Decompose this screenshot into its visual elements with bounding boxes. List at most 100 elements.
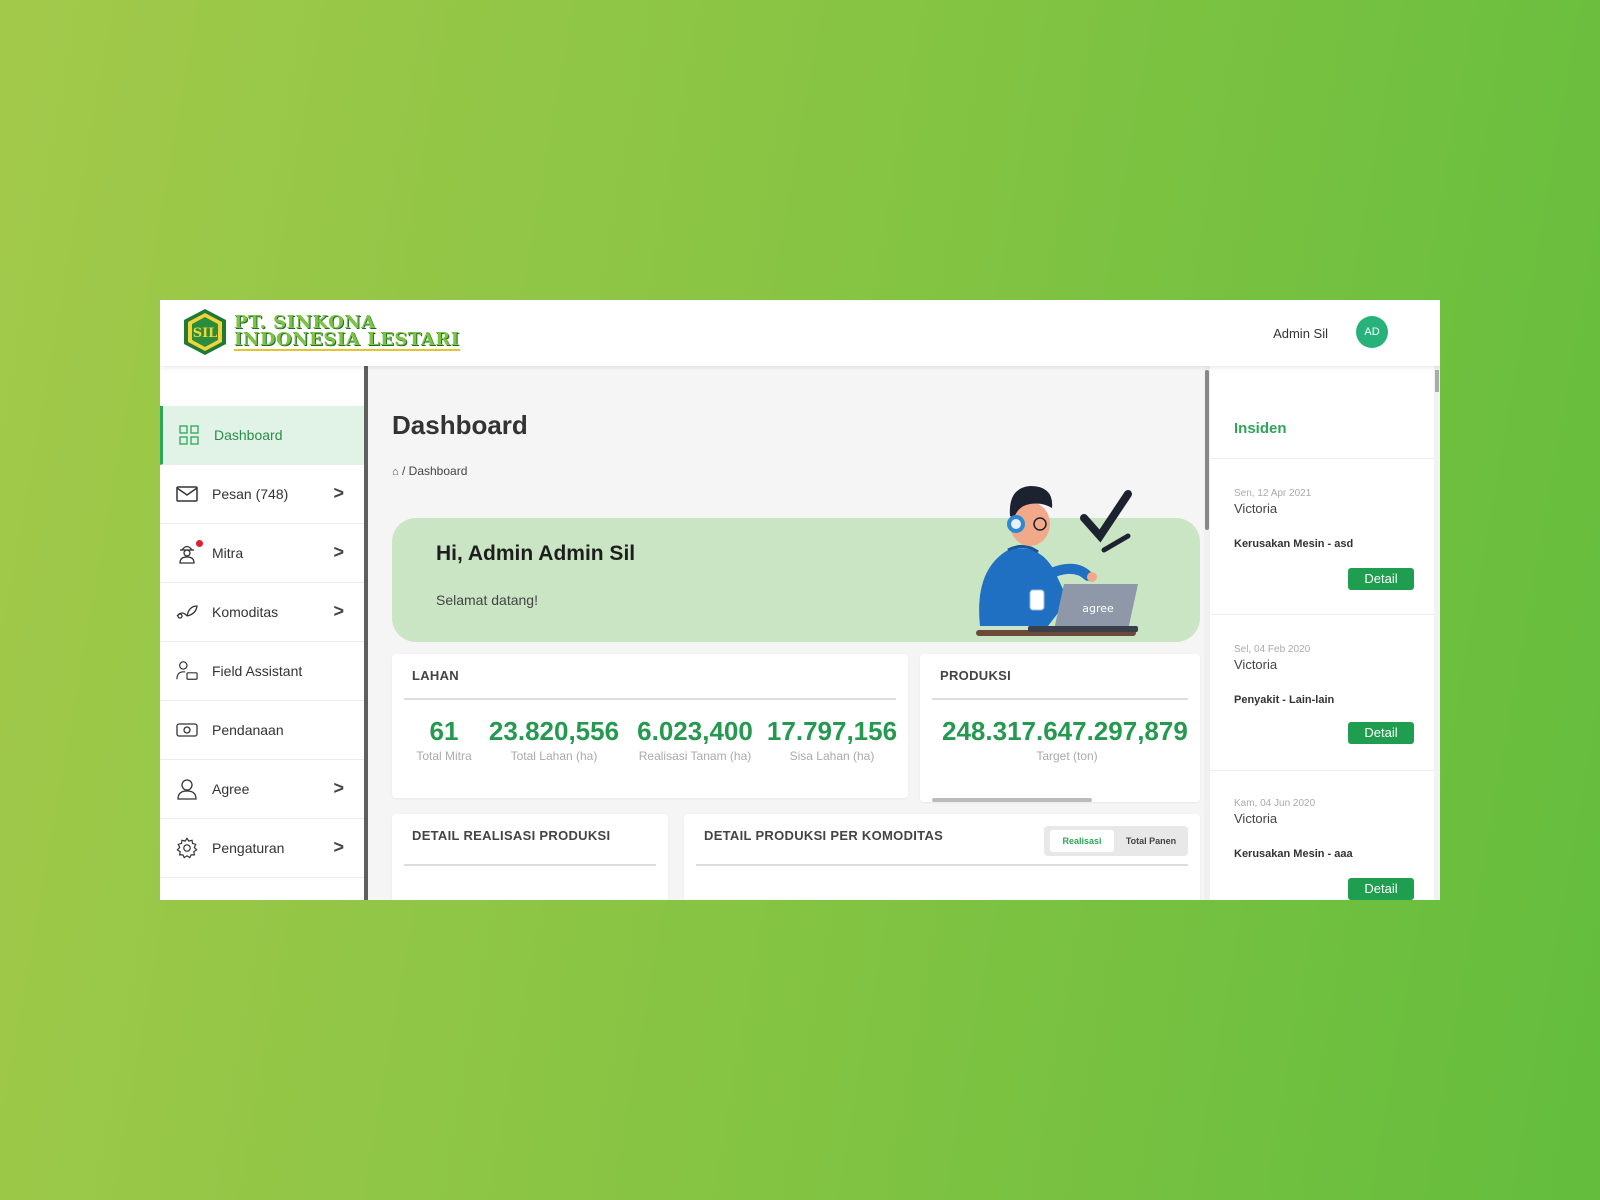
svg-text:SIL: SIL — [193, 326, 218, 341]
stat-label: Total Mitra — [416, 749, 472, 763]
toggle-realisasi[interactable]: Realisasi — [1050, 830, 1114, 852]
grid-icon — [178, 424, 200, 446]
sidebar-item-agree[interactable]: Agree > — [160, 760, 364, 819]
stat-value: 6.023,400 — [637, 716, 753, 746]
welcome-greeting: Hi, Admin Admin Sil — [436, 542, 636, 565]
breadcrumb: ⌂ / Dashboard — [392, 464, 467, 478]
user-name[interactable]: Admin Sil — [1273, 326, 1328, 341]
mail-icon — [176, 483, 198, 505]
stat-label: Target (ton) — [1036, 749, 1098, 763]
insiden-name: Victoria — [1234, 501, 1278, 516]
app-window: SIL PT. SINKONA INDONESIA LESTARI Admin … — [160, 300, 1440, 900]
detail-button[interactable]: Detail — [1348, 878, 1414, 900]
lahan-card: LAHAN 61 Total Mitra 23.820,556 Total La… — [392, 654, 908, 798]
sidebar-item-label: Field Assistant — [212, 663, 303, 679]
sidebar-item-label: Komoditas — [212, 604, 279, 620]
notification-dot — [196, 540, 203, 547]
top-bar: SIL PT. SINKONA INDONESIA LESTARI Admin … — [160, 300, 1440, 366]
sidebar-item-komoditas[interactable]: Komoditas > — [160, 583, 364, 642]
company-name-line2: INDONESIA LESTARI — [234, 328, 460, 351]
stat-target: 248.317.647.297,879 Target (ton) — [942, 716, 1192, 763]
divider — [1210, 770, 1440, 771]
insiden-desc: Kerusakan Mesin - aaa — [1234, 848, 1353, 860]
detail-komoditas-card: DETAIL PRODUKSI PER KOMODITAS Realisasi … — [684, 814, 1200, 900]
money-icon — [176, 719, 198, 741]
chevron-right-icon: > — [333, 778, 344, 798]
insiden-scrollbar-thumb[interactable] — [1435, 370, 1439, 392]
sidebar-item-mitra[interactable]: Mitra > — [160, 524, 364, 583]
stat-total-lahan: 23.820,556 Total Lahan (ha) — [484, 716, 624, 763]
stat-value: 17.797,156 — [766, 716, 898, 746]
stat-total-mitra: 61 Total Mitra — [408, 716, 480, 763]
detail-realisasi-title: DETAIL REALISASI PRODUKSI — [412, 828, 611, 843]
divider — [696, 864, 1188, 866]
chevron-right-icon: > — [333, 837, 344, 857]
user-chat-icon — [176, 660, 198, 682]
sidebar-item-label: Mitra — [212, 545, 244, 561]
horizontal-scrollbar[interactable] — [932, 798, 1092, 802]
insiden-date: Sel, 04 Feb 2020 — [1234, 644, 1311, 655]
sidebar-item-pendanaan[interactable]: Pendanaan — [160, 701, 364, 760]
insiden-name: Victoria — [1234, 811, 1278, 826]
sidebar-item-field-assistant[interactable]: Field Assistant — [160, 642, 364, 701]
sidebar-item-label: Pengaturan — [212, 840, 285, 856]
main-content: Dashboard ⌂ / Dashboard Hi, Admin Admin … — [368, 366, 1204, 900]
divider — [404, 864, 656, 866]
sidebar-item-dashboard[interactable]: Dashboard — [160, 406, 364, 465]
sidebar: Dashboard Pesan (748) > Mitra > Komodita… — [160, 366, 364, 900]
stat-value: 248.317.647.297,879 — [942, 716, 1188, 746]
sil-badge-icon: SIL — [184, 309, 226, 355]
divider — [1210, 614, 1440, 615]
company-logo[interactable]: SIL PT. SINKONA INDONESIA LESTARI — [182, 308, 460, 356]
chevron-right-icon: > — [333, 601, 344, 621]
insiden-title: Insiden — [1234, 420, 1287, 437]
divider — [932, 698, 1188, 700]
detail-komoditas-title: DETAIL PRODUKSI PER KOMODITAS — [704, 828, 944, 843]
insiden-name: Victoria — [1234, 657, 1278, 672]
produksi-card: PRODUKSI 248.317.647.297,879 Target (ton… — [920, 654, 1200, 802]
sidebar-item-pengaturan[interactable]: Pengaturan > — [160, 819, 364, 878]
view-toggle: Realisasi Total Panen — [1044, 826, 1188, 856]
insiden-item: Sel, 04 Feb 2020 Victoria Penyakit - Lai… — [1234, 644, 1414, 744]
lahan-title: LAHAN — [412, 668, 459, 683]
company-name-line1: PT. SINKONA — [234, 311, 376, 333]
detail-button[interactable]: Detail — [1348, 722, 1414, 744]
sidebar-item-pesan[interactable]: Pesan (748) > — [160, 465, 364, 524]
farmer-icon — [176, 542, 198, 564]
detail-realisasi-card: DETAIL REALISASI PRODUKSI — [392, 814, 668, 900]
avatar[interactable]: AD — [1356, 316, 1388, 348]
divider — [404, 698, 896, 700]
stat-sisa-lahan: 17.797,156 Sisa Lahan (ha) — [764, 716, 900, 763]
stat-value: 61 — [429, 716, 459, 746]
insiden-desc: Penyakit - Lain-lain — [1234, 694, 1335, 706]
insiden-date: Kam, 04 Jun 2020 — [1234, 798, 1316, 809]
page-title: Dashboard — [392, 410, 528, 440]
detail-button[interactable]: Detail — [1348, 568, 1414, 590]
insiden-panel: Insiden Sen, 12 Apr 2021 Victoria Kerusa… — [1210, 366, 1440, 900]
sidebar-item-label: Agree — [212, 781, 250, 797]
insiden-item: Kam, 04 Jun 2020 Victoria Kerusakan Mesi… — [1234, 798, 1414, 900]
insiden-item: Sen, 12 Apr 2021 Victoria Kerusakan Mesi… — [1234, 488, 1414, 590]
insiden-desc: Kerusakan Mesin - asd — [1234, 538, 1354, 550]
user-icon — [176, 778, 198, 800]
sprout-icon — [176, 601, 198, 623]
svg-text:agree: agree — [1082, 602, 1114, 615]
sidebar-item-label: Dashboard — [214, 427, 283, 443]
main-scrollbar-thumb[interactable] — [1205, 370, 1209, 530]
welcome-illustration: agree — [976, 486, 1138, 636]
divider — [1210, 458, 1440, 459]
company-name: PT. SINKONA INDONESIA LESTARI — [234, 311, 460, 351]
stat-label: Total Lahan (ha) — [510, 749, 598, 763]
breadcrumb-current: / Dashboard — [402, 464, 468, 478]
chevron-right-icon: > — [333, 542, 344, 562]
chevron-right-icon: > — [333, 483, 344, 503]
insiden-date: Sen, 12 Apr 2021 — [1234, 488, 1312, 499]
produksi-title: PRODUKSI — [940, 668, 1012, 683]
home-icon[interactable]: ⌂ — [392, 466, 399, 478]
sidebar-item-label: Pendanaan — [212, 722, 284, 738]
stat-label: Realisasi Tanam (ha) — [638, 749, 752, 763]
toggle-total-panen[interactable]: Total Panen — [1118, 830, 1184, 852]
stat-value: 23.820,556 — [488, 716, 620, 746]
stat-label: Sisa Lahan (ha) — [789, 749, 875, 763]
welcome-subtitle: Selamat datang! — [436, 592, 538, 608]
